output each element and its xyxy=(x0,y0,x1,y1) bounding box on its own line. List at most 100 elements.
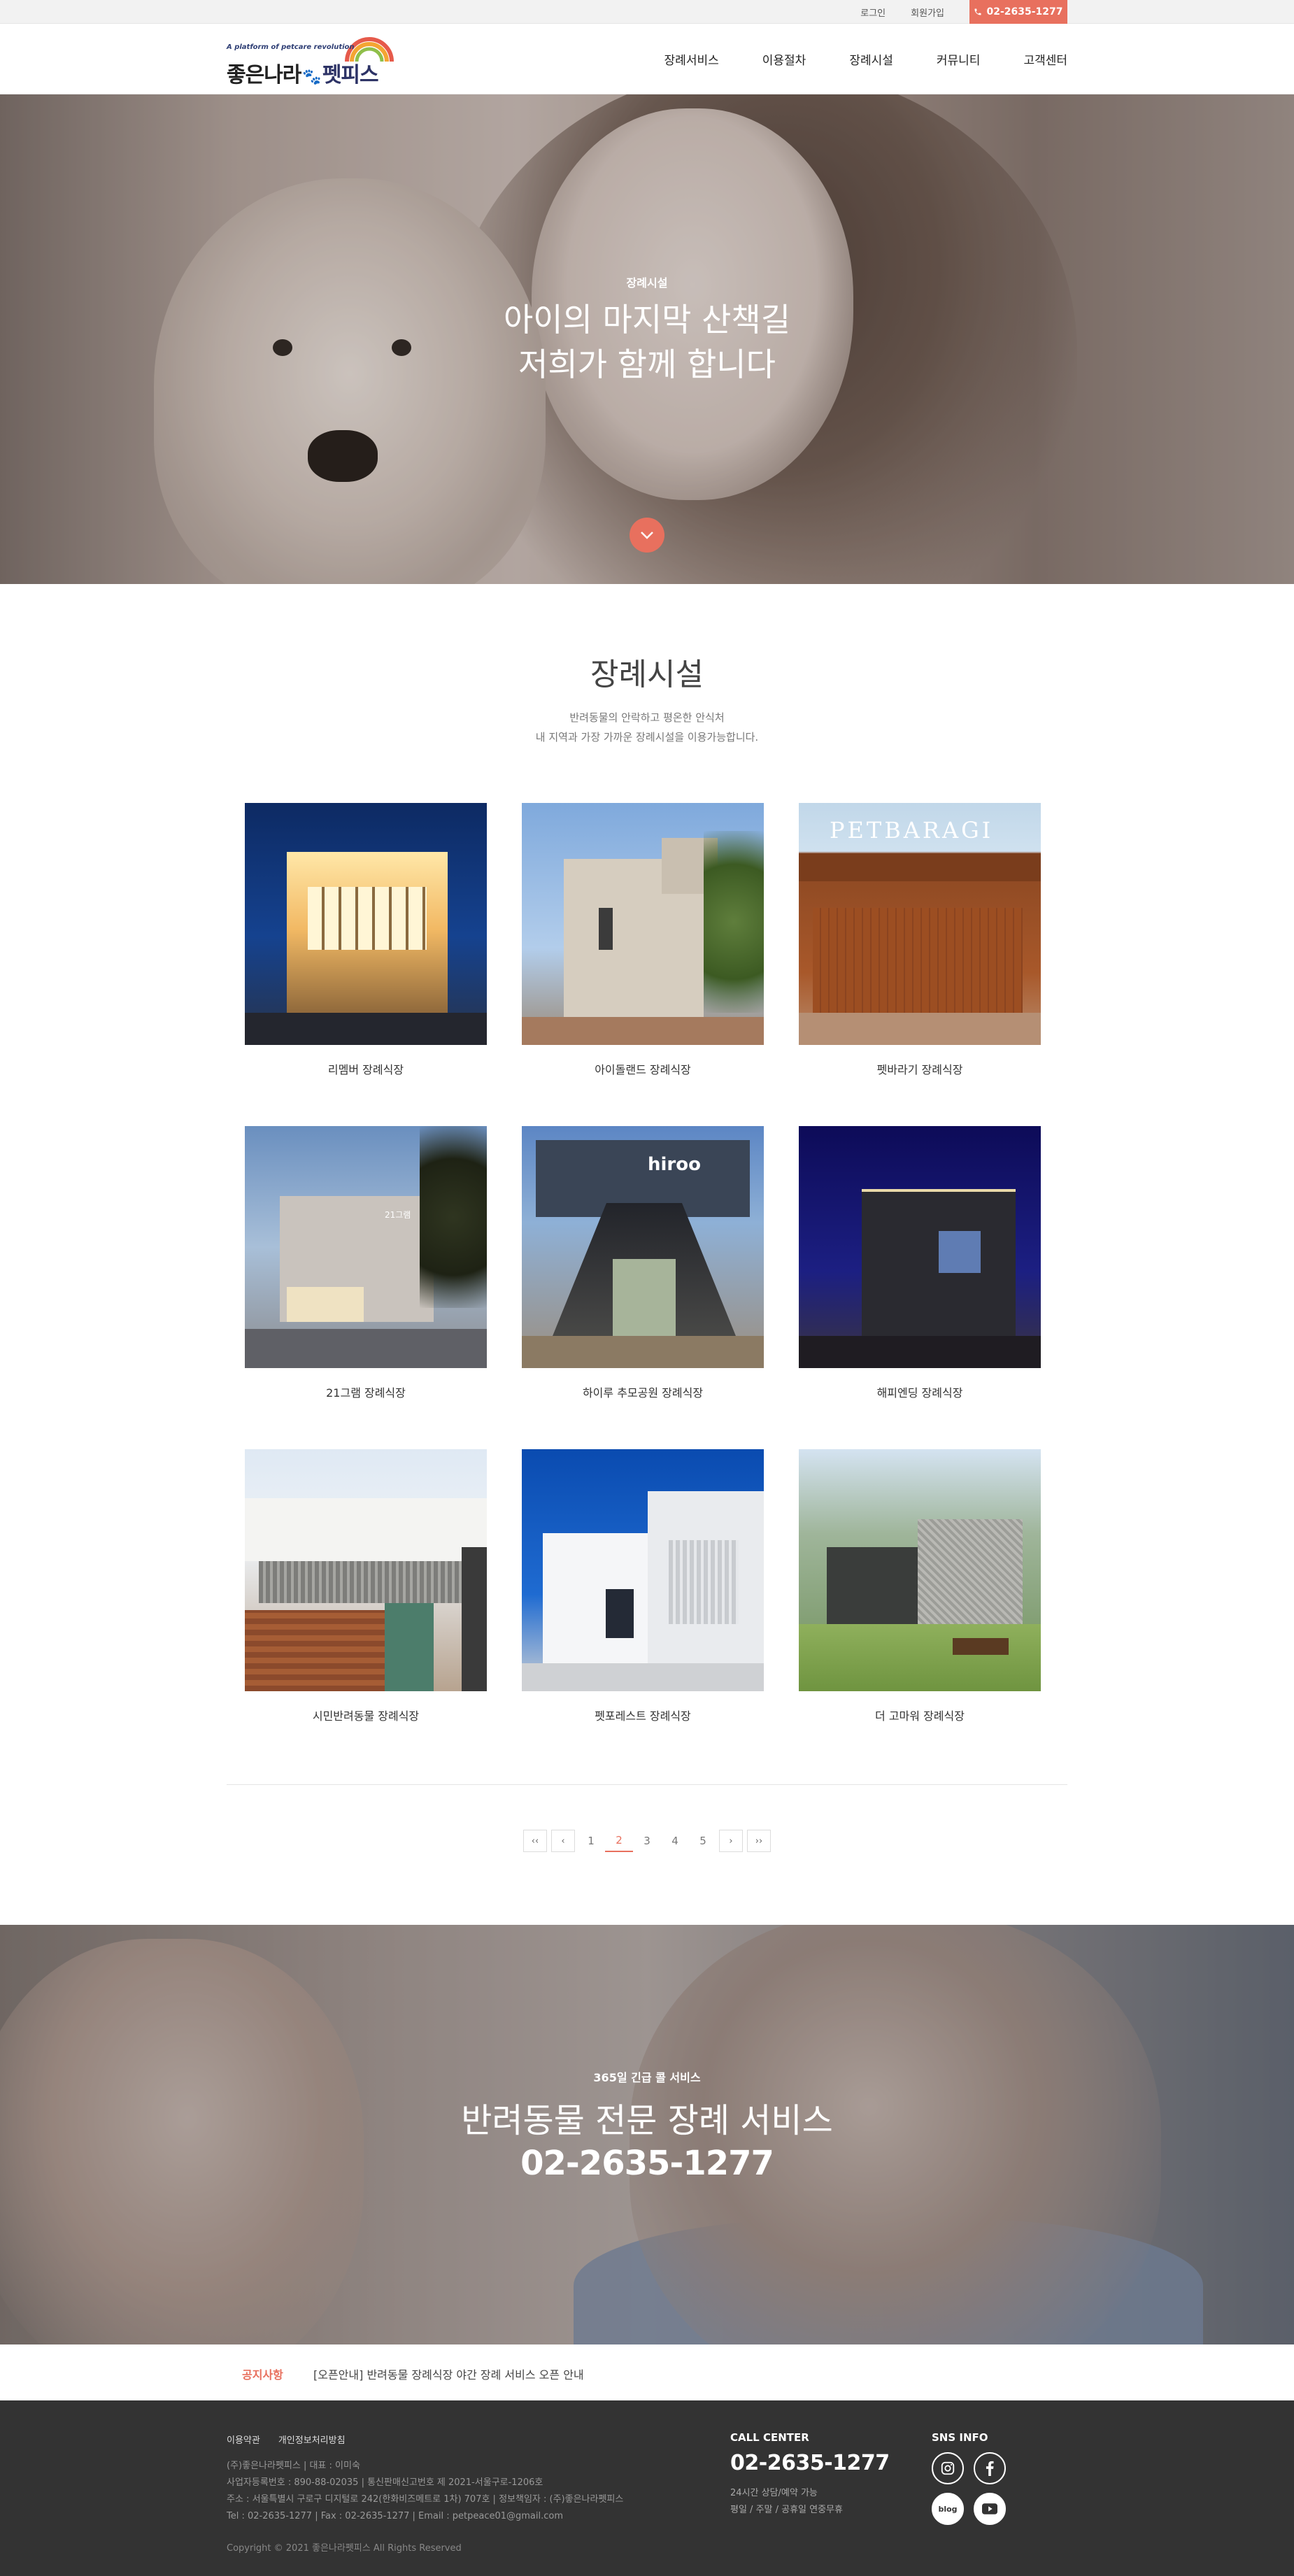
facility-photo xyxy=(245,803,487,1045)
nav-item-facilities[interactable]: 장례시설 xyxy=(849,50,893,68)
top-phone-number: 02-2635-1277 xyxy=(986,6,1063,17)
facility-name: 아이돌랜드 장례식장 xyxy=(595,1063,691,1076)
page-3[interactable]: 3 xyxy=(633,1830,661,1852)
nav-item-community[interactable]: 커뮤니티 xyxy=(937,50,981,68)
facebook-icon[interactable] xyxy=(974,2452,1006,2484)
facility-name: 펫바라기 장례식장 xyxy=(876,1063,963,1076)
company-contact: Tel : 02-2635-1277 | Fax : 02-2635-1277 … xyxy=(227,2511,564,2521)
page-5[interactable]: 5 xyxy=(689,1830,717,1852)
facility-photo xyxy=(522,803,764,1045)
call-banner: 365일 긴급 콜 서비스 반려동물 전문 장례 서비스 02-2635-127… xyxy=(0,1925,1294,2344)
hero-title-line2: 저희가 함께 합니다 xyxy=(518,346,776,383)
page-1[interactable]: 1 xyxy=(577,1830,605,1852)
last-page-button[interactable]: ›› xyxy=(747,1830,771,1852)
hero-title-line1: 아이의 마지막 산책길 xyxy=(503,301,791,339)
facility-name: 시민반려동물 장례식장 xyxy=(312,1709,420,1723)
facility-name: 펫포레스트 장례식장 xyxy=(595,1709,691,1723)
facility-card[interactable]: PETBARAGI 펫바라기 장례식장 xyxy=(799,803,1041,1077)
company-info: (주)좋은나라펫피스 | 대표 : 이미숙 사업자등록번호 : 890-88-0… xyxy=(227,2458,623,2525)
facility-card[interactable]: hiroo 하이루 추모공원 장례식장 xyxy=(522,1126,764,1400)
nav-item-procedure[interactable]: 이용절차 xyxy=(762,50,806,68)
notice-tag: 공지사항 xyxy=(242,2368,283,2382)
terms-link[interactable]: 이용약관 xyxy=(227,2433,260,2446)
page-4[interactable]: 4 xyxy=(661,1830,689,1852)
phone-icon xyxy=(974,8,981,15)
call-title: 반려동물 전문 장례 서비스 xyxy=(461,2101,833,2140)
login-link[interactable]: 로그인 xyxy=(860,6,886,19)
facility-card[interactable]: 시민반려동물 장례식장 xyxy=(245,1449,487,1723)
business-number: 사업자등록번호 : 890-88-02035 | 통신판매신고번호 제 2021… xyxy=(227,2477,543,2488)
page-2-current[interactable]: 2 xyxy=(605,1830,633,1852)
call-center-title: CALL CENTER xyxy=(730,2431,809,2444)
logo-name-part1: 좋은나라 xyxy=(227,63,301,87)
facility-photo: hiroo xyxy=(522,1126,764,1368)
section-description: 반려동물의 안락하고 평온한 안식처 내 지역과 가장 가까운 장례시설을 이용… xyxy=(0,708,1294,747)
hours-line2: 평일 / 주말 / 공휴일 연중무휴 xyxy=(730,2505,843,2515)
facility-photo: 21그램 xyxy=(245,1126,487,1368)
facility-name: 더 고마워 장례식장 xyxy=(875,1709,965,1723)
signup-link[interactable]: 회원가입 xyxy=(911,6,944,19)
nav-item-customer-center[interactable]: 고객센터 xyxy=(1023,50,1067,68)
site-header: A platform of petcare revolution 좋은나라🐾펫피… xyxy=(0,24,1294,94)
facility-card[interactable]: 펫포레스트 장례식장 xyxy=(522,1449,764,1723)
logo-name-part2: 펫피스 xyxy=(322,63,379,87)
facility-card[interactable]: 리멤버 장례식장 xyxy=(245,803,487,1077)
call-center: CALL CENTER 02-2635-1277 24시간 상담/예약 가능 평… xyxy=(730,2431,890,2519)
facility-photo xyxy=(522,1449,764,1691)
section-divider xyxy=(227,1784,1067,1785)
logo-tagline: A platform of petcare revolution xyxy=(227,43,355,51)
pagination: ‹‹ ‹ 1 2 3 4 5 › ›› xyxy=(0,1830,1294,1852)
facility-name: 하이루 추모공원 장례식장 xyxy=(582,1386,704,1400)
youtube-icon[interactable] xyxy=(974,2493,1006,2525)
nav-item-funeral-service[interactable]: 장례서비스 xyxy=(664,50,719,68)
hero-subtitle: 장례시설 xyxy=(626,276,668,290)
top-links: 로그인 회원가입 xyxy=(835,0,944,24)
privacy-link[interactable]: 개인정보처리방침 xyxy=(278,2433,346,2446)
call-center-hours: 24시간 상담/예약 가능 평일 / 주말 / 공휴일 연중무휴 xyxy=(730,2485,890,2519)
top-phone-button[interactable]: 02-2635-1277 xyxy=(969,0,1067,24)
first-page-button[interactable]: ‹‹ xyxy=(523,1830,547,1852)
main-nav: 장례서비스 이용절차 장례시설 커뮤니티 고객센터 xyxy=(621,24,1067,94)
sns-title: SNS INFO xyxy=(932,2431,988,2444)
section-title: 장례시설 xyxy=(590,657,704,692)
prev-page-button[interactable]: ‹ xyxy=(551,1830,575,1852)
facility-photo xyxy=(799,1126,1041,1368)
notice-bar: 공지사항 [오픈안내] 반려동물 장례식장 야간 장례 서비스 오픈 안내 xyxy=(0,2344,1294,2400)
gram21-sign: 21그램 xyxy=(385,1210,411,1220)
sns-icons: blog xyxy=(932,2452,1016,2525)
facility-photo xyxy=(245,1449,487,1691)
scroll-down-button[interactable] xyxy=(630,518,664,553)
facility-name: 21그램 장례식장 xyxy=(326,1386,406,1400)
chevron-down-icon xyxy=(641,532,653,539)
section-desc-line1: 반려동물의 안락하고 평온한 안식처 xyxy=(569,711,725,724)
call-center-phone[interactable]: 02-2635-1277 xyxy=(730,2451,890,2475)
footer-links: 이용약관 개인정보처리방침 xyxy=(227,2433,364,2446)
next-page-button[interactable]: › xyxy=(719,1830,743,1852)
blog-text: blog xyxy=(938,2504,958,2514)
site-logo[interactable]: A platform of petcare revolution 좋은나라🐾펫피… xyxy=(227,34,394,87)
facility-card[interactable]: 21그램 21그램 장례식장 xyxy=(245,1126,487,1400)
hero-banner: 장례시설 아이의 마지막 산책길 저희가 함께 합니다 xyxy=(0,94,1294,584)
facility-name: 해피엔딩 장례식장 xyxy=(876,1386,963,1400)
blog-icon[interactable]: blog xyxy=(932,2493,964,2525)
logo-name: 좋은나라🐾펫피스 xyxy=(227,57,379,88)
petbaragi-sign: PETBARAGI xyxy=(830,817,994,844)
hiroo-sign: hiroo xyxy=(648,1154,701,1175)
call-phone[interactable]: 02-2635-1277 xyxy=(0,2144,1294,2183)
call-subtitle: 365일 긴급 콜 서비스 xyxy=(593,2071,701,2084)
site-footer: 이용약관 개인정보처리방침 (주)좋은나라펫피스 | 대표 : 이미숙 사업자등… xyxy=(0,2400,1294,2576)
sns-info: SNS INFO blog xyxy=(932,2431,1016,2525)
facility-name: 리멤버 장례식장 xyxy=(327,1063,404,1076)
facility-photo xyxy=(799,1449,1041,1691)
instagram-icon[interactable] xyxy=(932,2452,964,2484)
facility-card[interactable]: 아이돌랜드 장례식장 xyxy=(522,803,764,1077)
hours-line1: 24시간 상담/예약 가능 xyxy=(730,2488,818,2498)
facility-card[interactable]: 더 고마워 장례식장 xyxy=(799,1449,1041,1723)
company-name: (주)좋은나라펫피스 | 대표 : 이미숙 xyxy=(227,2461,360,2471)
hero-title: 아이의 마지막 산책길 저희가 함께 합니다 xyxy=(0,297,1294,387)
copyright: Copyright © 2021 좋은나라펫피스 All Rights Rese… xyxy=(227,2543,462,2554)
facility-photo: PETBARAGI xyxy=(799,803,1041,1045)
notice-link[interactable]: [오픈안내] 반려동물 장례식장 야간 장례 서비스 오픈 안내 xyxy=(313,2365,584,2382)
facility-card[interactable]: 해피엔딩 장례식장 xyxy=(799,1126,1041,1400)
company-address: 주소 : 서울특별시 구로구 디지털로 242(한화비즈메트로 1차) 707호… xyxy=(227,2494,624,2505)
